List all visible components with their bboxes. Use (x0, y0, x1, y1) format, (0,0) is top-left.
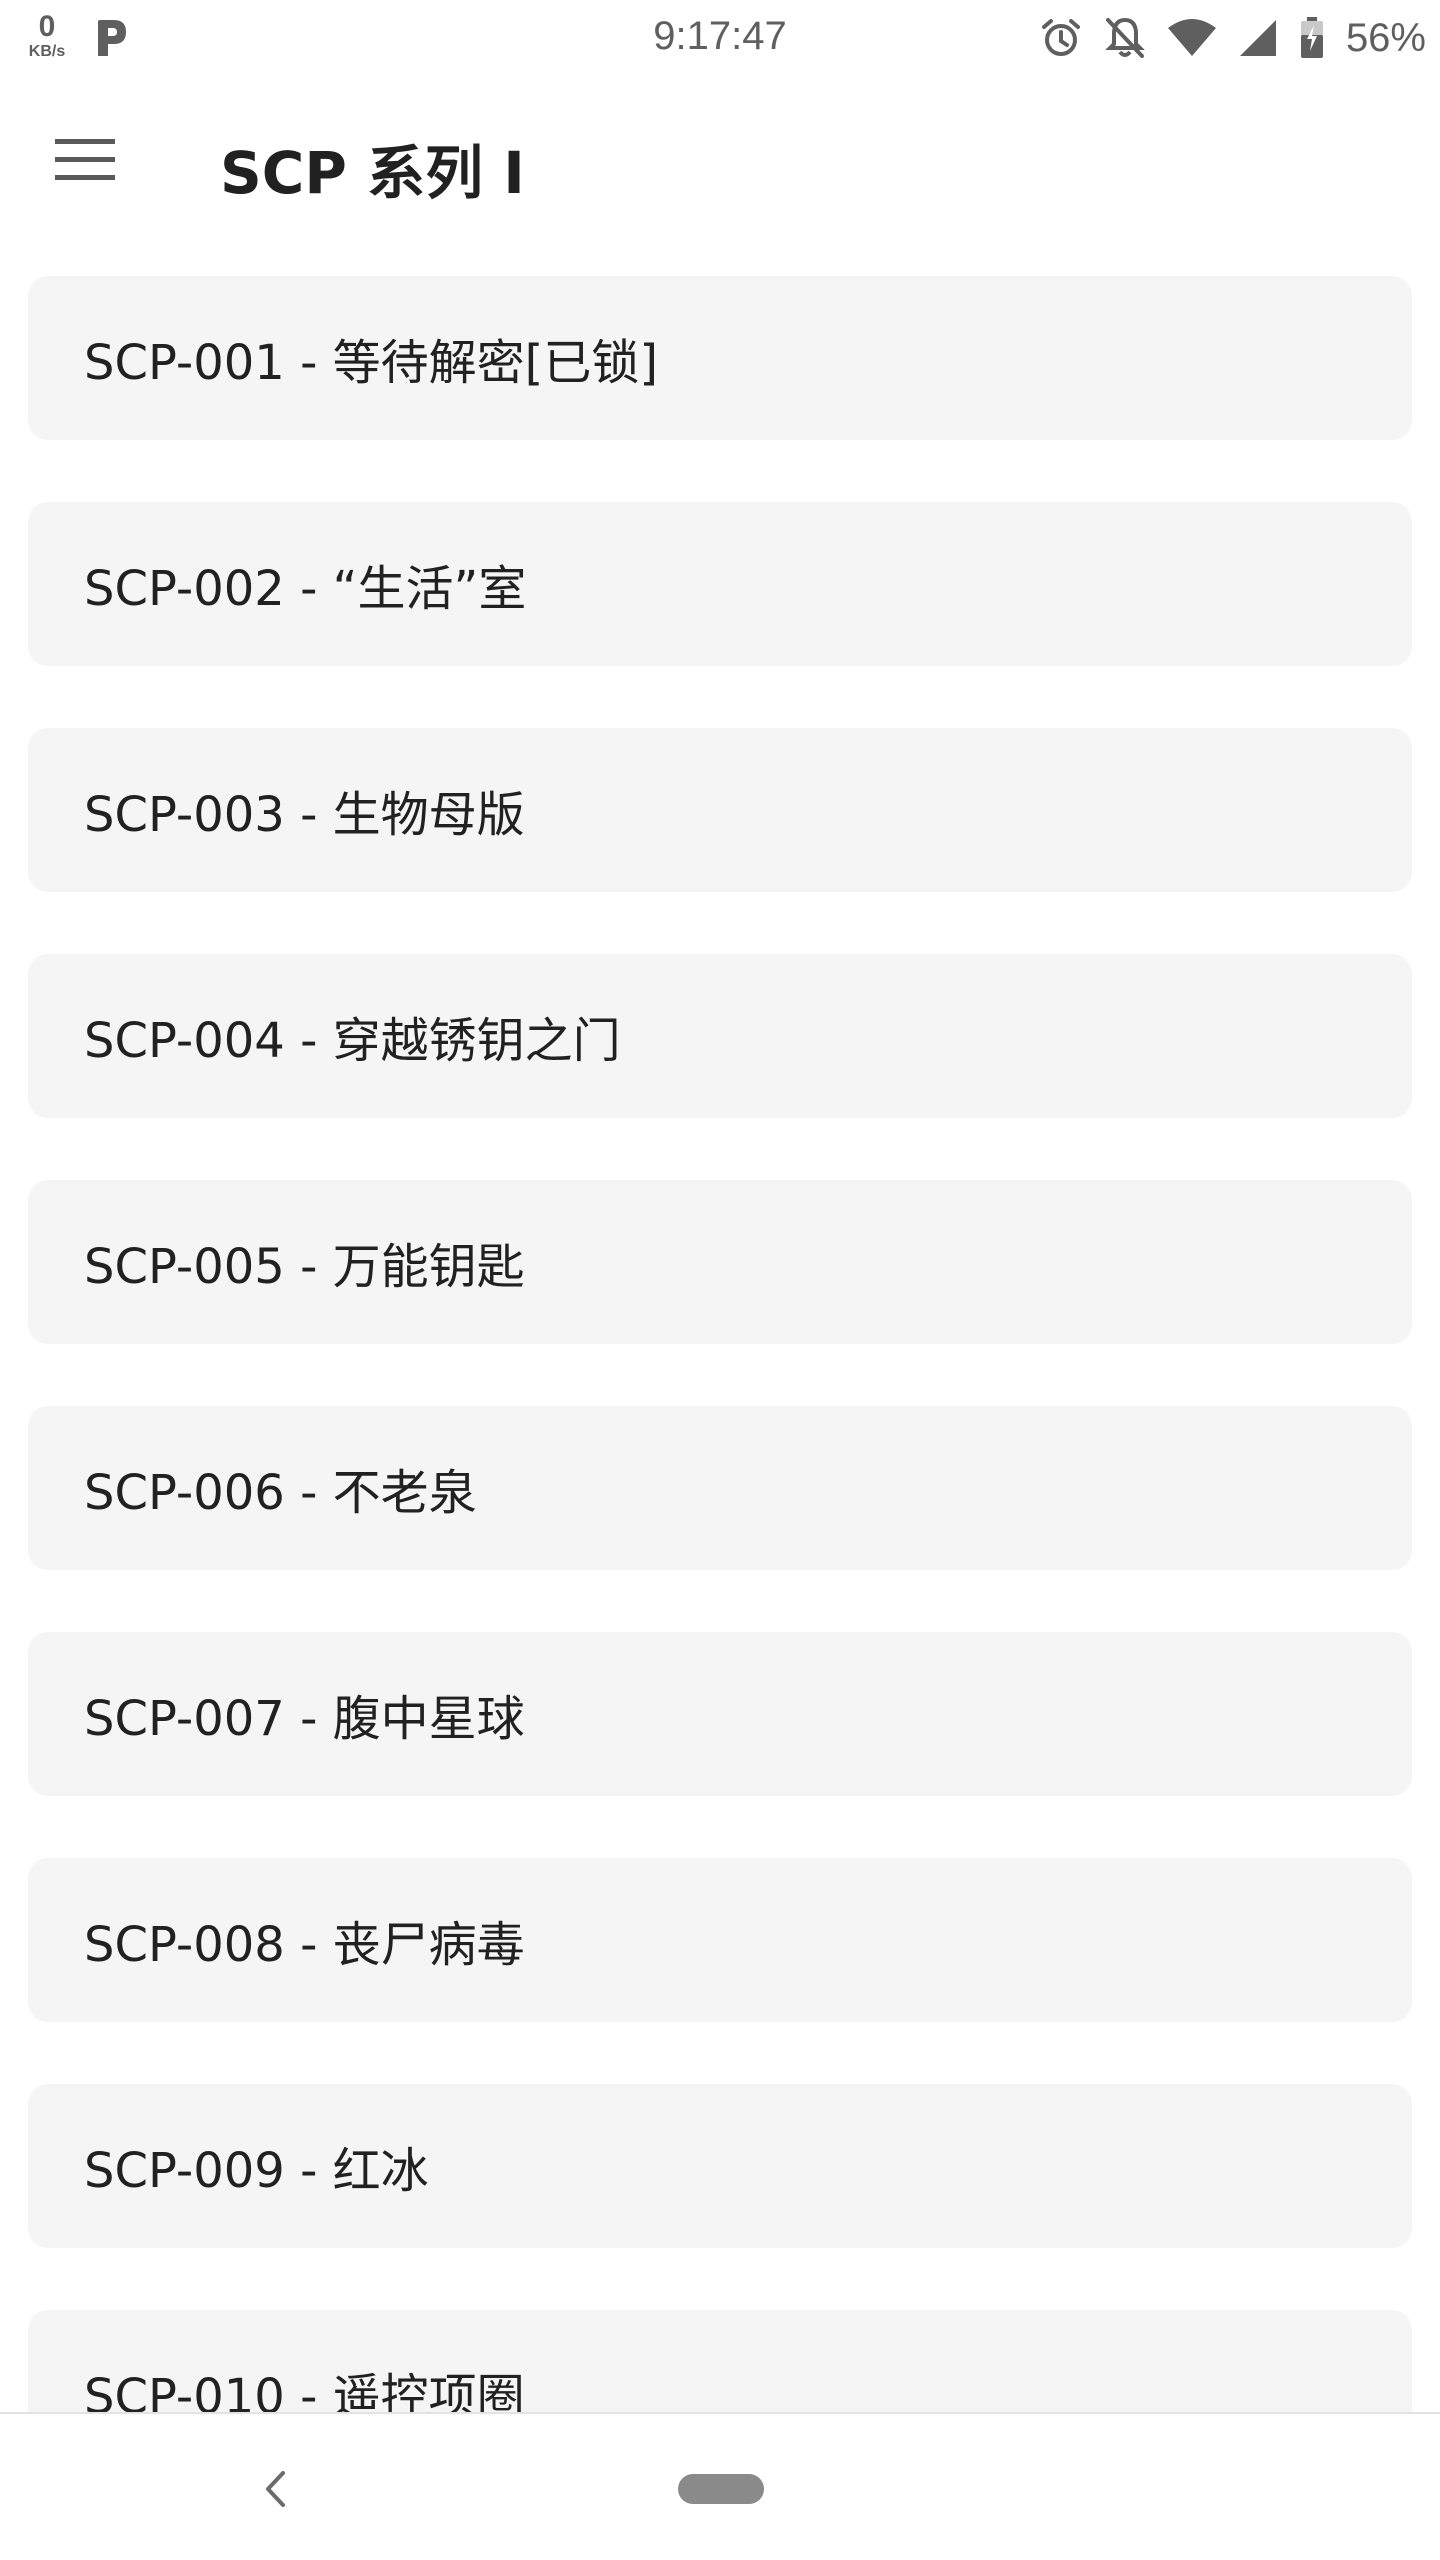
list-item-scp-009[interactable]: SCP-009 - 红冰 (28, 2084, 1412, 2248)
list-item-label: SCP-006 - 不老泉 (84, 1465, 477, 1521)
page-title: SCP 系列 I (220, 139, 525, 207)
hamburger-menu-icon (55, 139, 115, 180)
back-chevron-icon (266, 2471, 285, 2507)
list-item-scp-010[interactable]: SCP-010 - 遥控项圈 (28, 2310, 1412, 2412)
list-item-label: SCP-009 - 红冰 (84, 2143, 429, 2199)
scp-list[interactable]: SCP-001 - 等待解密[已锁] SCP-002 - “生活”室 SCP-0… (0, 240, 1440, 2412)
notifications-off-icon (1105, 17, 1145, 58)
list-item-scp-004[interactable]: SCP-004 - 穿越锈钥之门 (28, 954, 1412, 1118)
list-item-label: SCP-010 - 遥控项圈 (84, 2369, 525, 2412)
back-button[interactable] (240, 2454, 310, 2524)
list-item-label: SCP-002 - “生活”室 (84, 561, 527, 617)
status-time: 9:17:47 (653, 14, 787, 58)
alarm-icon (1041, 19, 1080, 56)
list-item-scp-008[interactable]: SCP-008 - 丧尸病毒 (28, 1858, 1412, 2022)
list-item-scp-006[interactable]: SCP-006 - 不老泉 (28, 1406, 1412, 1570)
battery-charging-icon (1300, 17, 1323, 58)
list-item-label: SCP-003 - 生物母版 (84, 787, 525, 843)
app-bar: SCP 系列 I (0, 80, 1440, 240)
list-item-scp-001[interactable]: SCP-001 - 等待解密[已锁] (28, 276, 1412, 440)
system-navigation-bar (0, 2412, 1440, 2560)
list-item-label: SCP-004 - 穿越锈钥之门 (84, 1013, 621, 1069)
list-item-label: SCP-001 - 等待解密[已锁] (84, 335, 659, 391)
network-speed-value: 0 (38, 10, 56, 43)
list-item-scp-002[interactable]: SCP-002 - “生活”室 (28, 502, 1412, 666)
wifi-icon (1167, 19, 1216, 56)
list-item-scp-007[interactable]: SCP-007 - 腹中星球 (28, 1632, 1412, 1796)
status-icons: 56% (1040, 14, 1426, 62)
battery-percentage: 56% (1345, 15, 1426, 60)
list-item-label: SCP-005 - 万能钥匙 (84, 1239, 525, 1295)
parking-icon (98, 20, 126, 56)
list-item-scp-003[interactable]: SCP-003 - 生物母版 (28, 728, 1412, 892)
network-speed-indicator: 0 KB/s (20, 12, 74, 60)
status-bar: 0 KB/s 9:17:47 56% (0, 0, 1440, 80)
menu-button[interactable] (40, 120, 130, 200)
list-item-label: SCP-008 - 丧尸病毒 (84, 1917, 525, 1973)
home-pill-icon[interactable] (678, 2474, 764, 2504)
cell-signal-icon (1239, 20, 1276, 56)
list-item-label: SCP-007 - 腹中星球 (84, 1691, 525, 1747)
network-speed-unit: KB/s (28, 43, 66, 60)
list-item-scp-005[interactable]: SCP-005 - 万能钥匙 (28, 1180, 1412, 1344)
